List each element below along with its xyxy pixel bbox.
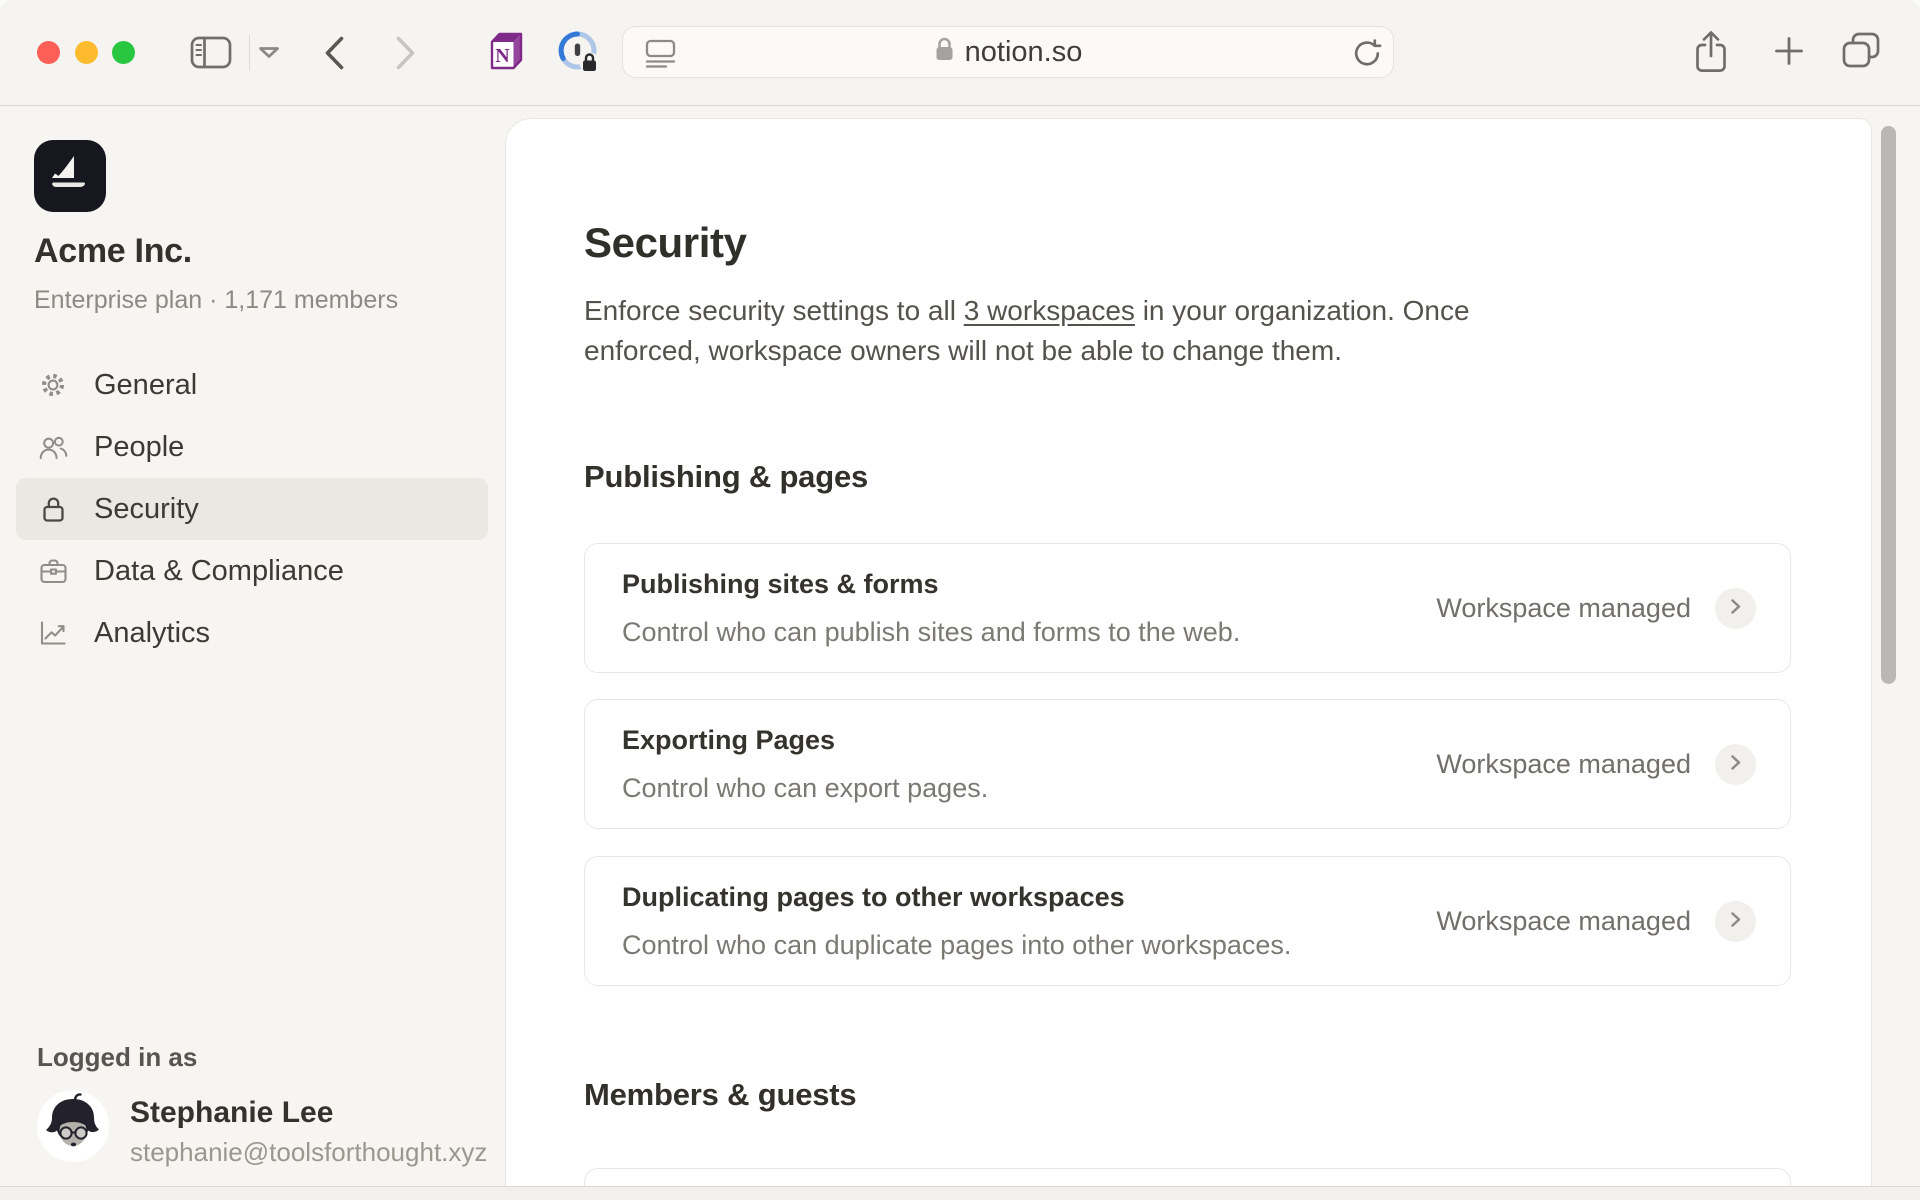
browser-toolbar: N: [0, 0, 1920, 106]
section-heading-publishing: Publishing & pages: [584, 459, 868, 495]
sidebar-toggle-icon: [190, 36, 232, 72]
status-badge: Workspace managed: [1436, 906, 1691, 937]
card-controls: Workspace managed: [1436, 901, 1756, 942]
nav-label: General: [94, 369, 197, 402]
open-setting-button[interactable]: [1715, 744, 1756, 785]
setting-card-duplicating-pages[interactable]: Duplicating pages to other workspaces Co…: [584, 856, 1791, 986]
chevron-right-icon: [1727, 754, 1744, 774]
nav-item-data-compliance[interactable]: Data & Compliance: [16, 540, 488, 602]
back-button[interactable]: [322, 35, 346, 74]
tab-overview-icon: [1840, 30, 1882, 73]
sidebar-menu-chevron-button[interactable]: [258, 46, 280, 62]
sailboat-icon: [46, 150, 94, 203]
safari-window: N: [0, 0, 1920, 1200]
nav-item-people[interactable]: People: [16, 416, 488, 478]
chevron-down-icon: [258, 46, 280, 62]
card-text: Publishing sites & forms Control who can…: [622, 569, 1240, 648]
close-window-button[interactable]: [37, 41, 60, 64]
people-icon: [38, 434, 68, 461]
status-badge: Workspace managed: [1436, 593, 1691, 624]
chevron-right-icon: [1727, 598, 1744, 618]
scrollbar-thumb[interactable]: [1881, 126, 1896, 684]
settings-nav: General People Security: [16, 354, 488, 664]
minimize-window-button[interactable]: [75, 41, 98, 64]
nav-item-analytics[interactable]: Analytics: [16, 602, 488, 664]
user-name: Stephanie Lee: [130, 1096, 333, 1130]
card-title: Exporting Pages: [622, 725, 988, 756]
page-title: Security: [584, 219, 747, 267]
org-name: Acme Inc.: [34, 232, 192, 271]
chevron-right-icon: [1727, 911, 1744, 931]
lock-icon: [38, 495, 68, 524]
toolbar-divider: [249, 35, 250, 71]
nav-label: Security: [94, 493, 199, 526]
card-text: Exporting Pages Control who can export p…: [622, 725, 988, 804]
workspaces-link[interactable]: 3 workspaces: [964, 295, 1135, 326]
notion-app-icon: N: [482, 29, 528, 78]
back-icon: [322, 35, 346, 74]
card-controls: Workspace managed: [1436, 588, 1756, 629]
user-email: stephanie@toolsforthought.xyz: [130, 1137, 487, 1168]
card-description: Control who can duplicate pages into oth…: [622, 930, 1291, 961]
tab-overview-button[interactable]: [1840, 30, 1882, 73]
open-setting-button[interactable]: [1715, 588, 1756, 629]
gear-icon: [38, 371, 68, 399]
card-title: Publishing sites & forms: [622, 569, 1240, 600]
briefcase-icon: [38, 558, 68, 585]
intro-text-before: Enforce security settings to all: [584, 295, 964, 326]
page-format-icon[interactable]: [645, 39, 676, 73]
notion-extension-button[interactable]: N: [482, 29, 528, 78]
nav-label: People: [94, 431, 184, 464]
card-controls: Workspace managed: [1436, 744, 1756, 785]
setting-card-publishing-sites[interactable]: Publishing sites & forms Control who can…: [584, 543, 1791, 673]
org-meta: Enterprise plan · 1,171 members: [34, 286, 398, 315]
url-text: notion.so: [965, 36, 1083, 69]
plus-icon: [1771, 33, 1807, 72]
share-icon: [1692, 29, 1730, 78]
svg-text:N: N: [495, 45, 510, 67]
onepassword-lock-icon: [556, 29, 602, 78]
card-text: Duplicating pages to other workspaces Co…: [622, 882, 1291, 961]
setting-card-exporting-pages[interactable]: Exporting Pages Control who can export p…: [584, 699, 1791, 829]
reload-icon: [1351, 37, 1383, 72]
new-tab-button[interactable]: [1771, 33, 1807, 72]
nav-label: Analytics: [94, 617, 210, 650]
share-button[interactable]: [1692, 29, 1730, 78]
nav-label: Data & Compliance: [94, 555, 344, 588]
address-bar[interactable]: notion.so: [622, 26, 1394, 78]
forward-button[interactable]: [394, 35, 418, 74]
chart-icon: [38, 620, 68, 646]
main-content-panel: Security Enforce security settings to al…: [505, 118, 1872, 1200]
logged-in-as-label: Logged in as: [37, 1042, 197, 1073]
padlock-icon: [934, 36, 955, 68]
url-display: notion.so: [934, 36, 1083, 69]
card-description: Control who can export pages.: [622, 773, 988, 804]
status-badge: Workspace managed: [1436, 749, 1691, 780]
nav-item-security[interactable]: Security: [16, 478, 488, 540]
zoom-window-button[interactable]: [112, 41, 135, 64]
org-logo: [34, 140, 106, 212]
forward-icon: [394, 35, 418, 74]
onepassword-extension-button[interactable]: [556, 29, 602, 78]
intro-paragraph: Enforce security settings to all 3 works…: [584, 291, 1589, 371]
window-bottom-edge: [0, 1186, 1920, 1200]
user-avatar: [37, 1090, 109, 1162]
nav-item-general[interactable]: General: [16, 354, 488, 416]
sidebar-toggle-button[interactable]: [190, 36, 232, 72]
card-description: Control who can publish sites and forms …: [622, 617, 1240, 648]
reload-button[interactable]: [1351, 37, 1383, 72]
open-setting-button[interactable]: [1715, 901, 1756, 942]
card-title: Duplicating pages to other workspaces: [622, 882, 1291, 913]
section-heading-members: Members & guests: [584, 1077, 856, 1113]
